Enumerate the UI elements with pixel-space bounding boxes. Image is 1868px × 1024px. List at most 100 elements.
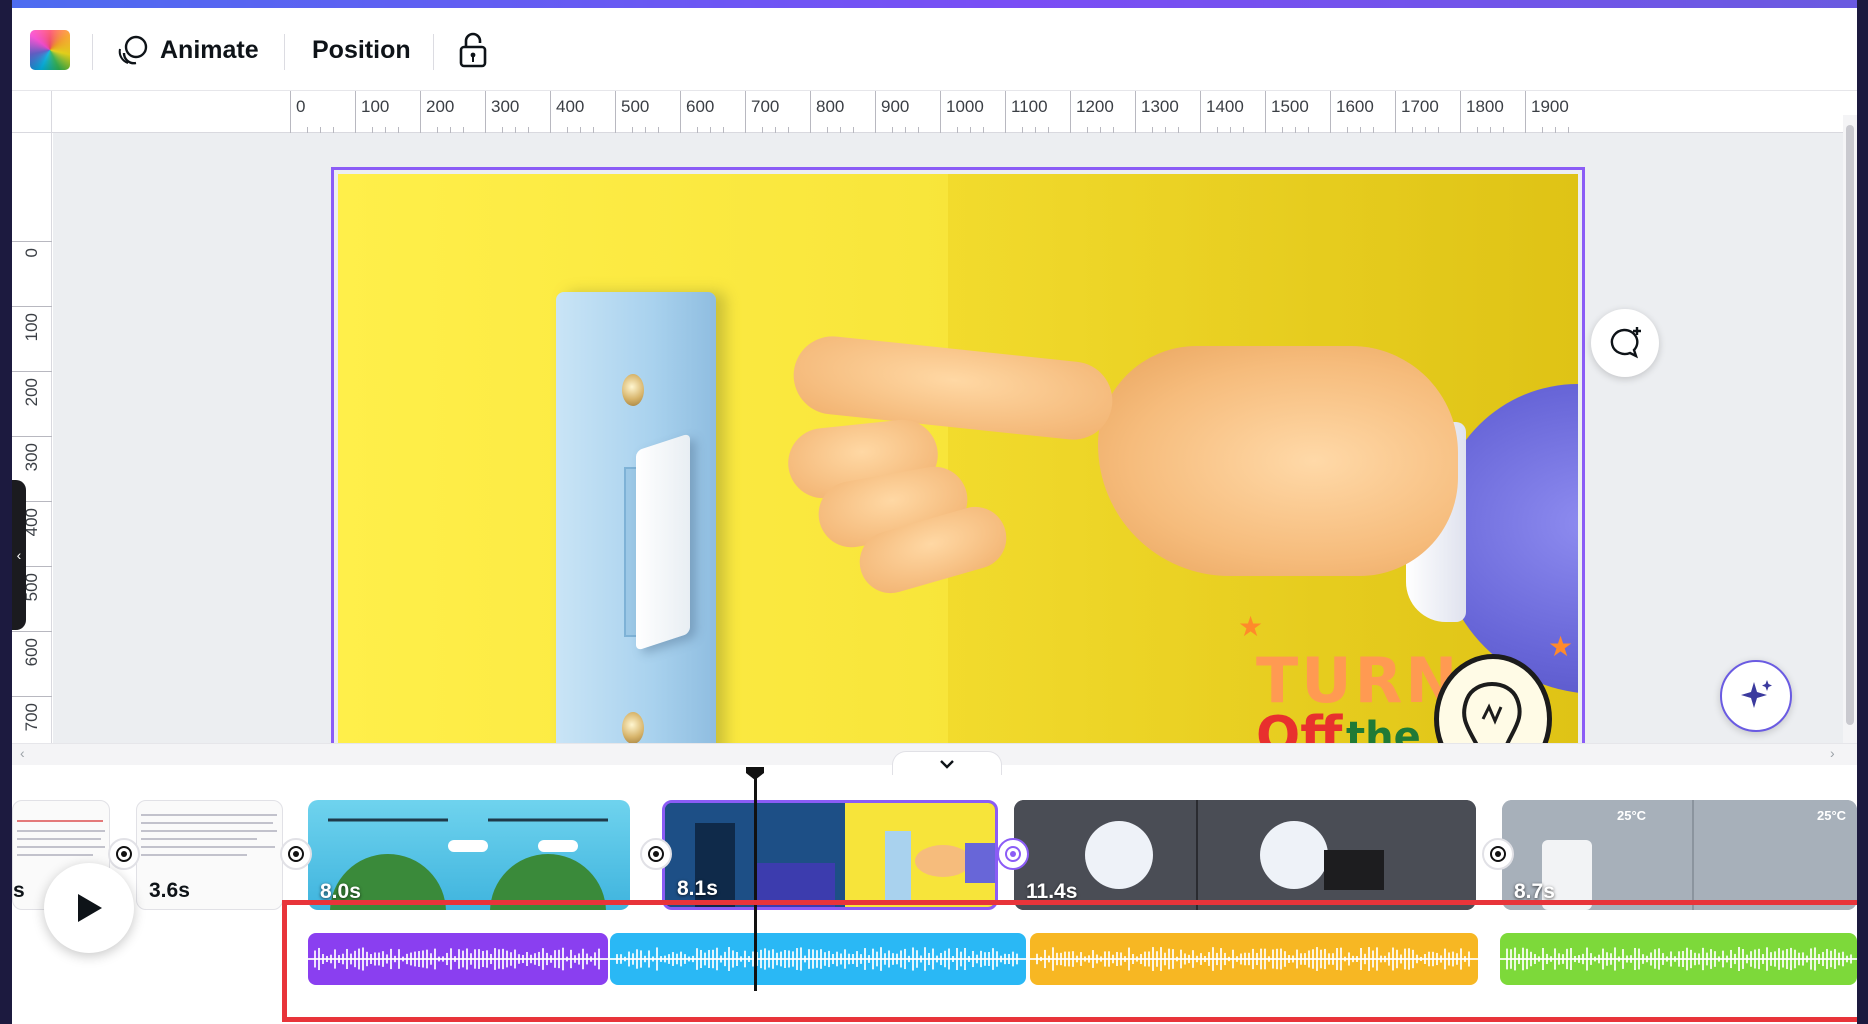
transition-icon	[648, 846, 664, 862]
star-icon: ★	[1548, 631, 1574, 662]
ruler-tick-label: 1700	[1401, 97, 1439, 116]
ruler-tick: 0	[12, 241, 52, 301]
magic-assistant-button[interactable]	[1720, 660, 1792, 732]
audio-track[interactable]	[1500, 933, 1857, 985]
waveform	[308, 947, 608, 971]
side-panel-collapse-button[interactable]: ‹	[12, 480, 26, 630]
transition-button[interactable]	[640, 838, 672, 870]
vertical-scrollbar[interactable]	[1843, 115, 1857, 745]
ruler-tick: 100	[12, 306, 52, 366]
transition-button[interactable]	[1482, 838, 1514, 870]
vertical-ruler: 0100200300400500600700800	[12, 91, 52, 796]
ruler-tick: 1500	[1265, 91, 1312, 133]
audio-track[interactable]	[1030, 933, 1478, 985]
ruler-tick-label: 1200	[1076, 97, 1114, 116]
ruler-tick-label: 700	[751, 97, 780, 116]
ruler-tick-label: 1800	[1466, 97, 1504, 116]
position-label: Position	[312, 35, 411, 64]
ruler-tick-label: 500	[621, 97, 650, 116]
add-comment-button[interactable]	[1591, 309, 1659, 377]
temperature-label: 25°C	[1817, 808, 1847, 823]
timeline-clip[interactable]: 11.4s	[1014, 800, 1476, 910]
ruler-tick: 100	[355, 91, 402, 133]
ruler-tick: 400	[550, 91, 597, 133]
chevron-down-icon	[940, 759, 954, 769]
clip-duration: 11.4s	[1026, 880, 1078, 903]
star-icon: ★	[1238, 611, 1264, 642]
ruler-tick-label: 900	[881, 97, 910, 116]
design-page[interactable]: ★ ★ TURN Off the	[331, 167, 1585, 743]
animate-button[interactable]: Animate	[116, 26, 259, 74]
ruler-tick-label: 200	[426, 97, 455, 116]
transition-icon	[116, 846, 132, 862]
ruler-tick-label: 400	[556, 97, 585, 116]
ruler-tick: 900	[875, 91, 922, 133]
ruler-tick: 600	[12, 631, 52, 691]
switch-toggle	[636, 433, 690, 651]
add-comment-icon	[1610, 327, 1641, 359]
animate-label: Animate	[160, 35, 259, 64]
screw-bottom	[622, 712, 644, 743]
timeline-clip-selected[interactable]: 8.1s	[662, 800, 998, 910]
ruler-tick-label: 600	[686, 97, 715, 116]
off-text: Off	[1256, 706, 1343, 743]
ruler-tick: 200	[420, 91, 467, 133]
toolbar-divider	[433, 34, 434, 70]
waveform	[1500, 947, 1857, 971]
ruler-tick-label: 1600	[1336, 97, 1374, 116]
ruler-tick: 1100	[1005, 91, 1052, 133]
position-button[interactable]: Position	[312, 26, 411, 74]
playhead-line[interactable]	[754, 775, 757, 991]
scroll-right-icon[interactable]: ›	[1830, 745, 1835, 761]
ruler-tick-label: 1500	[1271, 97, 1309, 116]
ruler-tick: 700	[745, 91, 792, 133]
clip-duration: s	[13, 879, 25, 902]
ruler-tick-label: 1900	[1531, 97, 1569, 116]
scroll-left-icon[interactable]: ‹	[20, 745, 25, 761]
canvas-area[interactable]: ★ ★ TURN Off the	[53, 133, 1857, 743]
temperature-label: 25°C	[1617, 808, 1647, 823]
transition-button[interactable]	[108, 838, 140, 870]
transition-button[interactable]	[997, 838, 1029, 870]
ruler-tick: 800	[810, 91, 857, 133]
transition-icon	[288, 846, 304, 862]
clip-duration: 8.0s	[320, 880, 361, 903]
ruler-tick: 1200	[1070, 91, 1117, 133]
timeline-collapse-button[interactable]	[892, 751, 1002, 775]
ruler-tick-label: 300	[22, 443, 41, 472]
ruler-tick: 1600	[1330, 91, 1377, 133]
ruler-tick: 1800	[1460, 91, 1507, 133]
color-picker-button[interactable]	[30, 30, 70, 70]
editor-toolbar: Animate Position	[12, 8, 1857, 91]
ruler-tick: 0	[290, 91, 337, 133]
ruler-tick: 600	[680, 91, 727, 133]
ruler-tick: 1400	[1200, 91, 1247, 133]
transition-button[interactable]	[280, 838, 312, 870]
audio-track[interactable]	[610, 933, 1026, 985]
ruler-tick-label: 200	[22, 378, 41, 407]
timeline-clip[interactable]: 25°C 25°C 8.7s	[1502, 800, 1857, 910]
ruler-tick-label: 1000	[946, 97, 984, 116]
timeline-clip[interactable]: 8.0s	[308, 800, 630, 910]
lock-button[interactable]	[458, 26, 488, 74]
ruler-tick-label: 0	[22, 248, 41, 258]
ruler-tick-label: 100	[361, 97, 390, 116]
clip-thumbnail	[1502, 800, 1857, 910]
ruler-tick: 200	[12, 371, 52, 431]
screw-top	[622, 374, 644, 406]
ruler-tick: 500	[615, 91, 662, 133]
audio-track[interactable]	[308, 933, 608, 985]
timeline-clip[interactable]: 3.6s	[136, 800, 283, 910]
clip-duration: 8.1s	[677, 877, 718, 900]
lock-icon	[459, 32, 487, 68]
vertical-scrollbar-thumb[interactable]	[1846, 125, 1854, 725]
clip-thumbnail	[1014, 800, 1476, 910]
ruler-tick-label: 100	[22, 313, 41, 342]
toolbar-divider	[284, 34, 285, 70]
ruler-tick: 300	[485, 91, 532, 133]
clip-duration: 8.7s	[1514, 880, 1555, 903]
play-button[interactable]	[44, 863, 134, 953]
toolbar-divider	[92, 34, 93, 70]
clip-duration: 3.6s	[149, 879, 190, 902]
ruler-tick-label: 800	[816, 97, 845, 116]
